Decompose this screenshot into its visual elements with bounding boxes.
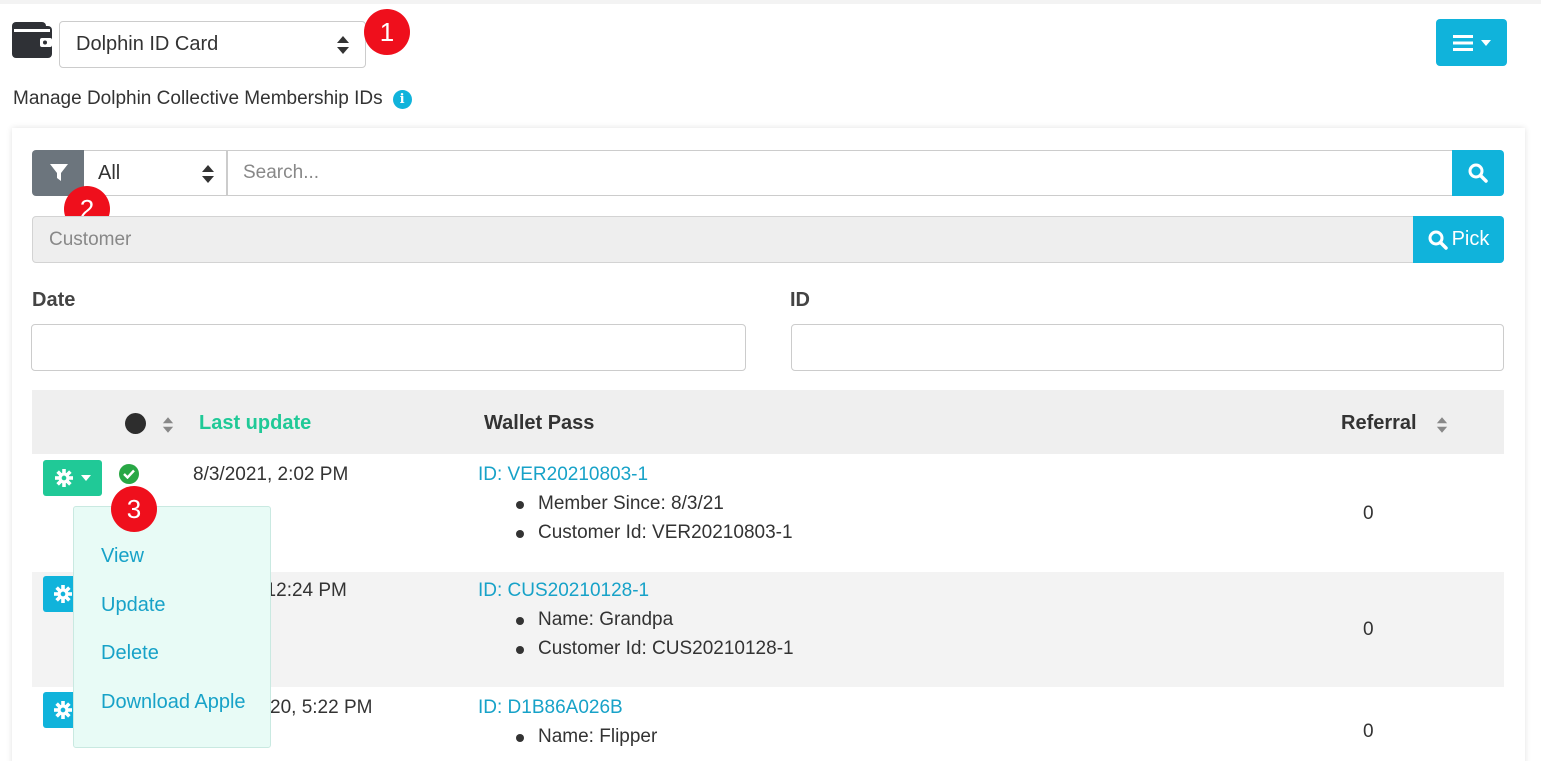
gear-icon — [54, 469, 73, 487]
pick-label: Pick — [1451, 228, 1490, 250]
col-wallet-pass: Wallet Pass — [484, 412, 595, 434]
card-type-value: Dolphin ID Card — [76, 33, 219, 55]
row-referral: 0 — [1363, 721, 1374, 742]
menu-item-delete[interactable]: Delete — [101, 642, 159, 665]
sort-icon[interactable] — [1436, 416, 1448, 434]
info-icon[interactable]: i — [392, 89, 412, 109]
select-arrows-icon — [202, 165, 214, 183]
row-detail: Member Since: 8/3/21 — [516, 493, 724, 515]
search-icon — [1468, 163, 1488, 183]
menu-item-view[interactable]: View — [101, 545, 144, 568]
row-detail: Customer Id: VER20210803-1 — [516, 522, 793, 544]
step-badge-3: 3 — [111, 486, 157, 532]
search-input[interactable]: Search... — [227, 150, 1453, 196]
date-input[interactable] — [31, 324, 746, 371]
id-label: ID — [790, 289, 810, 311]
bars-icon — [1452, 34, 1473, 51]
scope-value: All — [98, 161, 121, 184]
date-label: Date — [32, 289, 76, 311]
col-referral[interactable]: Referral — [1341, 412, 1417, 435]
select-arrows-icon — [337, 36, 349, 54]
menu-item-update[interactable]: Update — [101, 594, 166, 617]
menu-button[interactable] — [1436, 19, 1507, 66]
wallet-icon — [12, 22, 52, 58]
row-referral: 0 — [1363, 503, 1374, 524]
id-input[interactable] — [791, 324, 1504, 371]
pick-customer-button[interactable]: Pick — [1413, 216, 1504, 263]
search-icon — [1428, 230, 1448, 250]
gear-icon — [54, 701, 72, 719]
search-placeholder: Search... — [243, 162, 320, 183]
search-button[interactable] — [1452, 150, 1504, 196]
gear-icon — [54, 585, 72, 603]
row-detail: Name: Grandpa — [516, 609, 673, 631]
caret-down-icon — [1480, 39, 1491, 46]
row-detail: Customer Id: CUS20210128-1 — [516, 638, 794, 660]
row-last-update: 8/3/2021, 2:02 PM — [193, 464, 349, 485]
sort-icon[interactable] — [162, 416, 174, 434]
menu-item-download-apple[interactable]: Download Apple — [101, 691, 246, 714]
customer-field[interactable]: Customer — [32, 216, 1414, 263]
subtitle-text: Manage Dolphin Collective Membership IDs — [13, 88, 383, 109]
row-detail: Name: Flipper — [516, 726, 657, 748]
card-type-select[interactable]: Dolphin ID Card — [59, 21, 366, 68]
row-pass-id-link[interactable]: ID: D1B86A026B — [478, 697, 623, 719]
row-pass-id-link[interactable]: ID: VER20210803-1 — [478, 464, 648, 486]
row-actions-menu: View Update Delete Download Apple — [73, 506, 271, 748]
caret-down-icon — [80, 475, 91, 481]
row-referral: 0 — [1363, 619, 1374, 640]
row-pass-id-link[interactable]: ID: CUS20210128-1 — [478, 580, 649, 602]
customer-placeholder: Customer — [49, 228, 132, 250]
step-badge-1: 1 — [364, 9, 410, 55]
status-column-icon[interactable] — [125, 413, 146, 434]
check-circle-icon — [119, 464, 139, 484]
row-actions-button[interactable] — [43, 460, 102, 496]
row-last-update: 20, 5:22 PM — [270, 697, 373, 718]
col-last-update[interactable]: Last update — [199, 412, 311, 435]
top-border — [0, 0, 1541, 4]
filter-icon — [49, 164, 68, 181]
page-subtitle: Manage Dolphin Collective Membership IDs… — [13, 88, 412, 110]
